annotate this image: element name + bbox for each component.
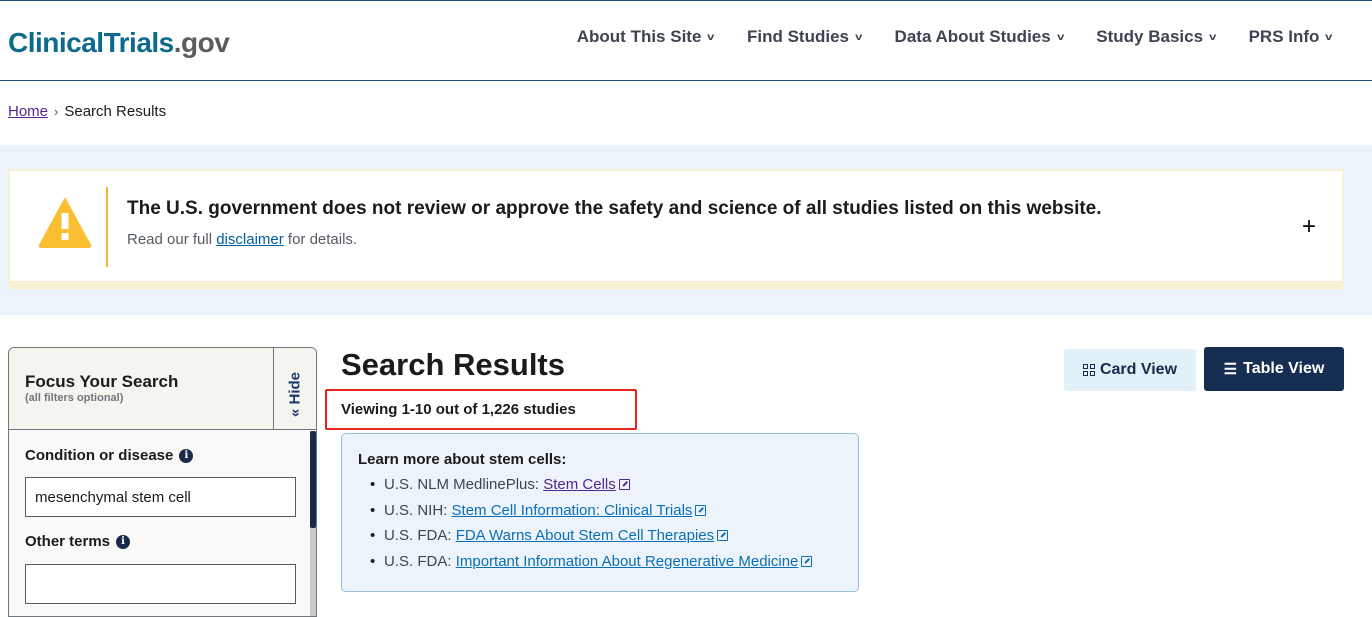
other-terms-label-text: Other terms: [25, 533, 111, 550]
nav-label: Find Studies: [746, 27, 849, 46]
grid-icon: [1082, 364, 1095, 376]
nav-label: Data About Studies: [894, 27, 1051, 46]
site-logo[interactable]: ClinicalTrials.gov: [8, 27, 230, 59]
disclaimer-title: The U.S. government does not review or a…: [127, 198, 1102, 219]
disclaimer-text-after: for details.: [283, 231, 358, 248]
list-item: U.S. NIH: Stem Cell Information: Clinica…: [370, 501, 812, 528]
nav-data-about-studies[interactable]: Data About Studies v: [894, 27, 1065, 47]
breadcrumb-separator-icon: ›: [54, 104, 59, 119]
other-terms-label: Other terms i: [25, 533, 131, 550]
link-source: U.S. NIH:: [384, 501, 452, 519]
logo-tld: .gov: [173, 27, 230, 58]
page-title: Search Results: [341, 347, 565, 382]
expand-disclaimer-button[interactable]: +: [1302, 215, 1316, 239]
nav-label: PRS Info: [1248, 27, 1320, 46]
hide-label: « Hide: [286, 372, 304, 418]
list-item: U.S. FDA: Important Information About Re…: [370, 552, 813, 579]
nav-study-basics[interactable]: Study Basics v: [1096, 27, 1217, 47]
warning-icon: [38, 198, 92, 248]
breadcrumb-current: Search Results: [64, 103, 167, 120]
card-view-button[interactable]: Card View: [1064, 349, 1196, 391]
condition-input[interactable]: [25, 477, 296, 517]
external-link-icon: [717, 530, 729, 541]
link-source: U.S. FDA:: [384, 527, 456, 544]
breadcrumb-home-link[interactable]: Home: [8, 103, 48, 120]
disclaimer-link[interactable]: disclaimer: [216, 231, 284, 248]
sidebar-subtitle: (all filters optional): [25, 392, 124, 404]
external-link-icon: [801, 555, 813, 567]
table-view-label: Table View: [1243, 360, 1325, 377]
chevron-down-icon: v: [855, 31, 863, 43]
link-source: U.S. FDA:: [384, 552, 456, 570]
chevron-down-icon: v: [707, 31, 715, 43]
alert-divider: [106, 187, 108, 267]
results-count-highlight: Viewing 1-10 out of 1,226 studies: [325, 389, 637, 430]
condition-label: Condition or disease i: [25, 447, 194, 464]
external-link-icon: [618, 479, 630, 490]
info-icon[interactable]: i: [116, 534, 131, 549]
results-count: Viewing 1-10 out of 1,226 studies: [341, 401, 576, 418]
logo-brand: ClinicalTrials: [8, 27, 174, 58]
breadcrumb: Home › Search Results: [8, 103, 166, 120]
sidebar-header: Focus Your Search (all filters optional)…: [9, 348, 316, 430]
other-terms-input[interactable]: [25, 564, 296, 604]
sidebar-body: Condition or disease i Other terms i: [9, 431, 316, 616]
regenerative-medicine-link[interactable]: Important Information About Regenerative…: [456, 553, 799, 570]
chevron-down-icon: v: [1056, 31, 1065, 43]
nav-label: Study Basics: [1096, 27, 1204, 46]
nav-prs-info[interactable]: PRS Info v: [1248, 27, 1333, 47]
nav-about-this-site[interactable]: About This Site v: [576, 27, 715, 47]
sidebar-scrollbar[interactable]: [310, 431, 316, 616]
sidebar-title: Focus Your Search: [25, 372, 179, 391]
list-item: U.S. NLM MedlinePlus: Stem Cells: [370, 476, 812, 502]
link-source: U.S. NLM MedlinePlus:: [384, 476, 544, 493]
site-header: ClinicalTrials.gov About This Site v Find…: [0, 1, 1372, 81]
table-view-button[interactable]: ☰ Table View: [1204, 347, 1344, 391]
chevron-down-icon: v: [1209, 31, 1217, 43]
disclaimer-band: The U.S. government does not review or a…: [0, 145, 1372, 315]
scrollbar-thumb[interactable]: [310, 431, 316, 528]
disclaimer-text-before: Read our full: [127, 231, 217, 248]
nav-find-studies[interactable]: Find Studies v: [747, 27, 862, 47]
chevron-down-icon: v: [1325, 31, 1333, 43]
main-nav: About This Site v Find Studies v Data Abou…: [544, 27, 1333, 47]
stem-cell-info-box: Learn more about stem cells: U.S. NLM Me…: [341, 433, 859, 592]
fda-warns-link[interactable]: FDA Warns About Stem Cell Therapies: [456, 527, 714, 544]
info-links-list: U.S. NLM MedlinePlus: Stem Cells U.S. NI…: [370, 476, 813, 579]
condition-label-text: Condition or disease: [25, 447, 174, 464]
nav-label: About This Site: [576, 27, 702, 46]
disclaimer-alert: The U.S. government does not review or a…: [8, 169, 1344, 289]
list-item: U.S. FDA: FDA Warns About Stem Cell Ther…: [370, 527, 812, 553]
list-icon: ☰: [1223, 361, 1238, 378]
hide-sidebar-button[interactable]: « Hide: [273, 348, 316, 430]
stem-cell-information-link[interactable]: Stem Cell Information: Clinical Trials: [452, 502, 693, 519]
stem-cells-link[interactable]: Stem Cells: [543, 476, 616, 493]
info-icon[interactable]: i: [179, 448, 194, 463]
info-box-heading: Learn more about stem cells:: [358, 451, 567, 468]
card-view-label: Card View: [1099, 361, 1178, 378]
external-link-icon: [695, 504, 707, 516]
disclaimer-subtext: Read our full disclaimer for details.: [127, 231, 357, 248]
filter-sidebar: Focus Your Search (all filters optional)…: [8, 347, 317, 617]
